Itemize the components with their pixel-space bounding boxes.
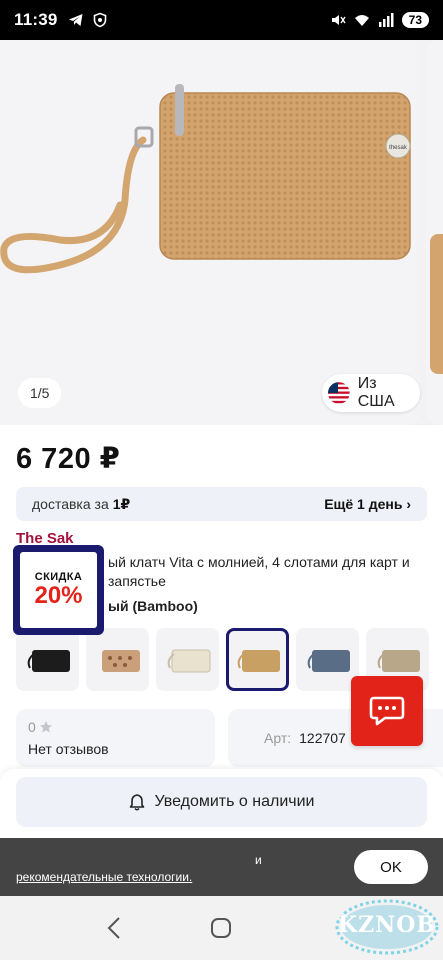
battery-indicator: 73 [401,12,429,28]
watermark-logo: KZNOB [334,893,440,957]
cookie-banner: и рекомендательные технологии. OK [0,838,443,896]
reviews-count-text: Нет отзывов [28,741,109,757]
mute-icon [331,15,346,25]
variant-thumb-black[interactable] [16,628,79,691]
notify-availability-button[interactable]: Уведомить о наличии [16,777,427,827]
chevron-right-icon: › [406,496,411,512]
star-icon [39,721,52,733]
nav-back-button[interactable] [99,913,129,943]
image-counter: 1/5 [18,378,62,408]
status-time: 11:39 [14,10,58,29]
origin-badge[interactable]: Из США [322,374,420,412]
delivery-bar[interactable]: доставка за 1₽ Ещё 1 день › [16,487,427,521]
reviews-card[interactable]: 0 Нет отзывов [16,709,215,767]
product-gallery[interactable]: thesak 1/5 Из США [0,40,443,425]
discount-percent: 20% [34,582,83,609]
next-image-preview [430,234,443,374]
delivery-label: доставка за [32,496,109,512]
chat-button[interactable] [351,676,423,746]
variant-image [307,649,350,672]
product-image[interactable]: thesak 1/5 Из США [0,40,420,425]
telegram-icon [68,14,83,26]
notify-label: Уведомить о наличии [154,793,315,810]
signal-icon [378,13,394,27]
cookie-ok-button[interactable]: OK [354,850,428,884]
cookie-period: . [188,870,193,884]
home-square-icon [211,918,232,938]
watermark-text: KZNOB [337,912,437,938]
variant-thumb-tan[interactable] [86,628,149,691]
status-bar: 11:39 73 [0,0,443,40]
delivery-more-label: Ещё 1 день [324,496,403,512]
discount-badge: СКИДКА 20% [13,545,104,635]
product-price: 6 720 ₽ [16,443,121,475]
cookie-link[interactable]: рекомендательные технологии [16,870,189,884]
bottom-action-panel: Уведомить о наличии [0,769,443,841]
variant-thumb-bamboo-selected[interactable] [226,628,289,691]
wifi-icon [354,15,369,26]
origin-label: Из США [357,375,395,410]
clutch-image: thesak [0,84,411,274]
variant-thumb-cream[interactable] [156,628,219,691]
variant-image [167,649,210,672]
rating: 0 [28,719,203,735]
variant-thumb-blue[interactable] [296,628,359,691]
bell-icon [129,794,144,811]
shield-icon [93,12,106,28]
nav-home-button[interactable] [206,913,236,943]
rating-value: 0 [28,719,36,735]
us-flag-icon [328,382,350,404]
article-number: 122707 [299,730,346,746]
svg-text:thesak: thesak [389,145,408,151]
variant-image [27,649,70,672]
delivery-price: 1₽ [112,495,131,512]
next-image-peek[interactable] [426,40,443,425]
article-label: Арт: [264,730,292,746]
chevron-left-icon [107,917,120,939]
variant-image [237,649,280,672]
delivery-more-link[interactable]: Ещё 1 день › [324,496,411,512]
variant-image [101,649,140,672]
chat-bubble-icon [369,696,405,726]
cookie-text: и [255,853,262,867]
variant-image [377,649,420,672]
